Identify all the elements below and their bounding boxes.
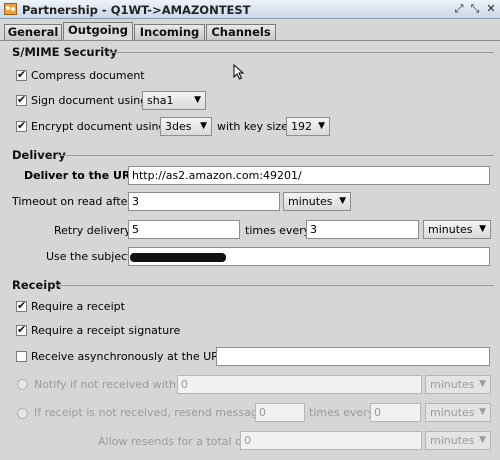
chevron-down-icon: ▼ xyxy=(200,121,207,131)
allow-resends-unit-value: minutes xyxy=(430,434,475,447)
encrypt-algorithm-value: 3des xyxy=(165,120,192,133)
sign-algorithm-value: sha1 xyxy=(147,94,174,107)
retry-input[interactable]: 5 xyxy=(128,220,240,239)
resend-radio[interactable] xyxy=(17,408,28,419)
chevron-down-icon: ▼ xyxy=(479,224,486,234)
timeout-input[interactable]: 3 xyxy=(128,192,280,211)
encrypt-algorithm-select[interactable]: 3des ▼ xyxy=(160,117,212,136)
notify-unit-value: minutes xyxy=(430,378,475,391)
maximize-icon[interactable]: ⤡ xyxy=(468,2,482,16)
chevron-down-icon: ▼ xyxy=(318,121,325,131)
delivery-section-rule xyxy=(60,155,494,156)
sign-label: Sign document using xyxy=(31,94,148,107)
require-signature-checkbox[interactable]: ✔ xyxy=(16,323,27,336)
timeout-unit-select[interactable]: minutes ▼ xyxy=(283,192,351,211)
tab-outgoing-label: Outgoing xyxy=(68,23,128,37)
tab-general-label: General xyxy=(7,25,59,39)
partnership-icon xyxy=(4,3,17,15)
require-signature-label: Require a receipt signature xyxy=(31,324,181,337)
sign-checkbox[interactable]: ✔ xyxy=(16,93,27,106)
encrypt-checkbox[interactable]: ✔ xyxy=(16,119,27,132)
compress-label: Compress document xyxy=(31,69,145,82)
delivery-url-label: Deliver to the URL xyxy=(24,169,138,182)
resend-every-label: times every xyxy=(309,406,375,419)
close-icon[interactable]: ✕ xyxy=(484,2,498,16)
require-receipt-checkbox[interactable]: ✔ xyxy=(16,299,27,312)
window-titlebar: Partnership - Q1WT->AMAZONTEST ⤢ ⤡ ✕ xyxy=(0,0,500,19)
retry-every-label: times every xyxy=(245,224,311,237)
notify-radio[interactable] xyxy=(17,379,28,390)
chevron-down-icon: ▼ xyxy=(339,196,346,206)
chevron-down-icon: ▼ xyxy=(479,435,486,445)
resend-every-input[interactable]: 0 xyxy=(370,403,421,422)
resend-unit-value: minutes xyxy=(430,406,475,419)
timeout-label: Timeout on read after xyxy=(12,195,132,208)
retry-unit-select[interactable]: minutes ▼ xyxy=(423,220,491,239)
resend-label: If receipt is not received, resend messa… xyxy=(34,406,265,419)
chevron-down-icon: ▼ xyxy=(479,407,486,417)
smime-section-rule xyxy=(108,52,494,53)
retry-unit-value: minutes xyxy=(428,223,473,236)
async-url-input[interactable] xyxy=(216,347,490,366)
allow-resends-unit-select[interactable]: minutes ▼ xyxy=(425,431,491,450)
async-label: Receive asynchronously at the URL xyxy=(31,350,225,363)
timeout-unit-value: minutes xyxy=(288,195,333,208)
delivery-section-title: Delivery xyxy=(12,148,66,162)
chevron-down-icon: ▼ xyxy=(479,379,486,389)
window-title: Partnership - Q1WT->AMAZONTEST xyxy=(22,3,251,17)
allow-resends-label: Allow resends for a total of xyxy=(98,435,246,448)
retry-label: Retry delivery xyxy=(54,224,131,237)
async-checkbox[interactable] xyxy=(16,351,27,362)
tab-outgoing[interactable]: Outgoing xyxy=(63,22,133,41)
keysize-select[interactable]: 192 ▼ xyxy=(286,117,330,136)
receipt-section-rule xyxy=(57,285,494,286)
chevron-down-icon: ▼ xyxy=(194,95,201,105)
retry-every-input[interactable]: 3 xyxy=(306,220,419,239)
resend-unit-select[interactable]: minutes ▼ xyxy=(425,403,491,422)
panel-border xyxy=(0,40,500,41)
keysize-label: with key size xyxy=(217,120,288,133)
restore-icon[interactable]: ⤢ xyxy=(452,2,466,16)
require-receipt-label: Require a receipt xyxy=(31,300,125,313)
tab-strip: General Outgoing Incoming Channels xyxy=(0,19,500,41)
receipt-section-title: Receipt xyxy=(12,278,61,292)
tab-incoming-label: Incoming xyxy=(139,25,200,39)
keysize-value: 192 xyxy=(291,120,312,133)
delivery-url-input[interactable]: http://as2.amazon.com:49201/ xyxy=(128,166,490,185)
allow-resends-input[interactable]: 0 xyxy=(240,431,422,450)
smime-section-title: S/MIME Security xyxy=(12,45,118,59)
redacted-subject-mark xyxy=(130,253,226,262)
encrypt-label: Encrypt document using xyxy=(31,120,166,133)
mouse-pointer-icon xyxy=(233,64,245,80)
resend-input[interactable]: 0 xyxy=(255,403,305,422)
tab-channels-label: Channels xyxy=(211,25,271,39)
tab-general[interactable]: General xyxy=(4,24,62,41)
tab-incoming[interactable]: Incoming xyxy=(134,24,205,41)
notify-label: Notify if not received within xyxy=(34,378,186,391)
compress-checkbox[interactable]: ✔ xyxy=(16,68,27,81)
sign-algorithm-select[interactable]: sha1 ▼ xyxy=(142,91,206,110)
tab-channels[interactable]: Channels xyxy=(206,24,276,41)
notify-input[interactable]: 0 xyxy=(177,375,422,394)
subject-label: Use the subject xyxy=(46,250,132,263)
notify-unit-select[interactable]: minutes ▼ xyxy=(425,375,491,394)
